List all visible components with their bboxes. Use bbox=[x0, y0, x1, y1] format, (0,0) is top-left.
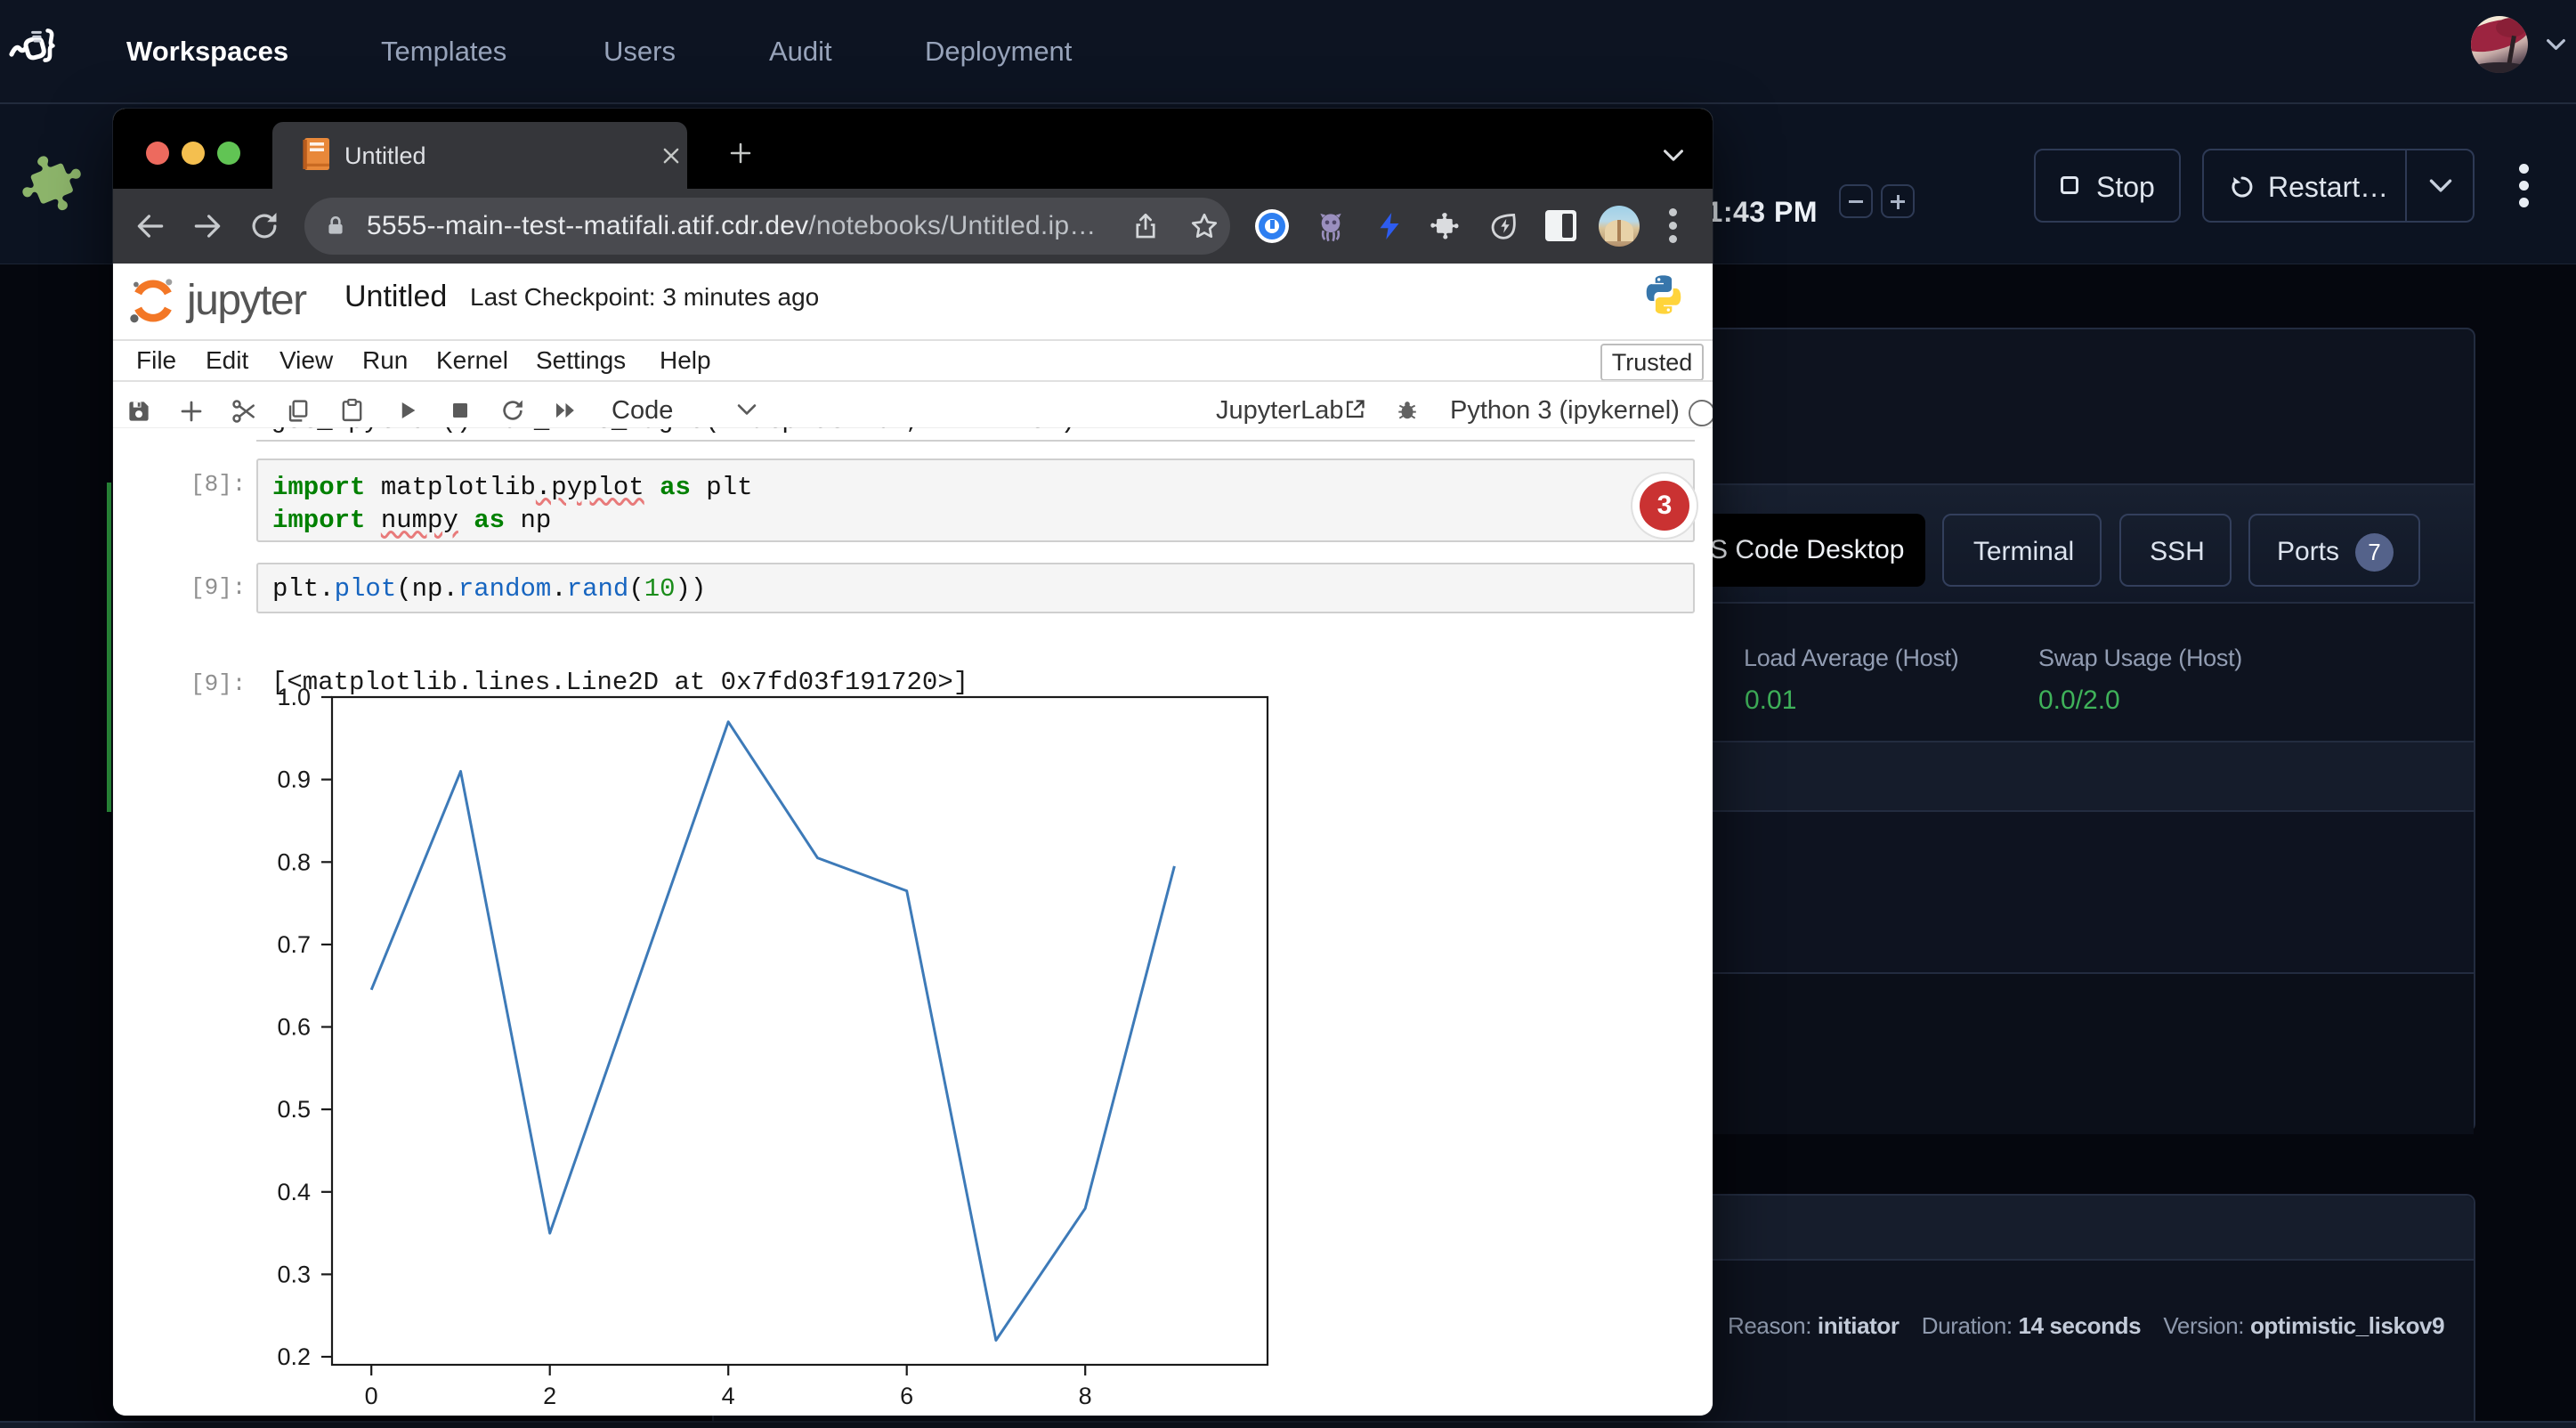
svg-text:4: 4 bbox=[722, 1383, 735, 1409]
svg-text:0.8: 0.8 bbox=[277, 848, 311, 875]
svg-text:8: 8 bbox=[1079, 1383, 1092, 1409]
svg-text:0.9: 0.9 bbox=[277, 767, 311, 793]
svg-text:0.3: 0.3 bbox=[277, 1261, 311, 1287]
svg-text:6: 6 bbox=[900, 1383, 913, 1409]
svg-text:0.2: 0.2 bbox=[277, 1343, 311, 1370]
svg-text:2: 2 bbox=[543, 1383, 556, 1409]
svg-text:0: 0 bbox=[365, 1383, 378, 1409]
svg-text:0.4: 0.4 bbox=[277, 1179, 311, 1205]
svg-text:0.6: 0.6 bbox=[277, 1014, 311, 1041]
svg-text:0.7: 0.7 bbox=[277, 931, 311, 958]
svg-text:0.5: 0.5 bbox=[277, 1096, 311, 1123]
svg-text:1.0: 1.0 bbox=[277, 684, 311, 710]
